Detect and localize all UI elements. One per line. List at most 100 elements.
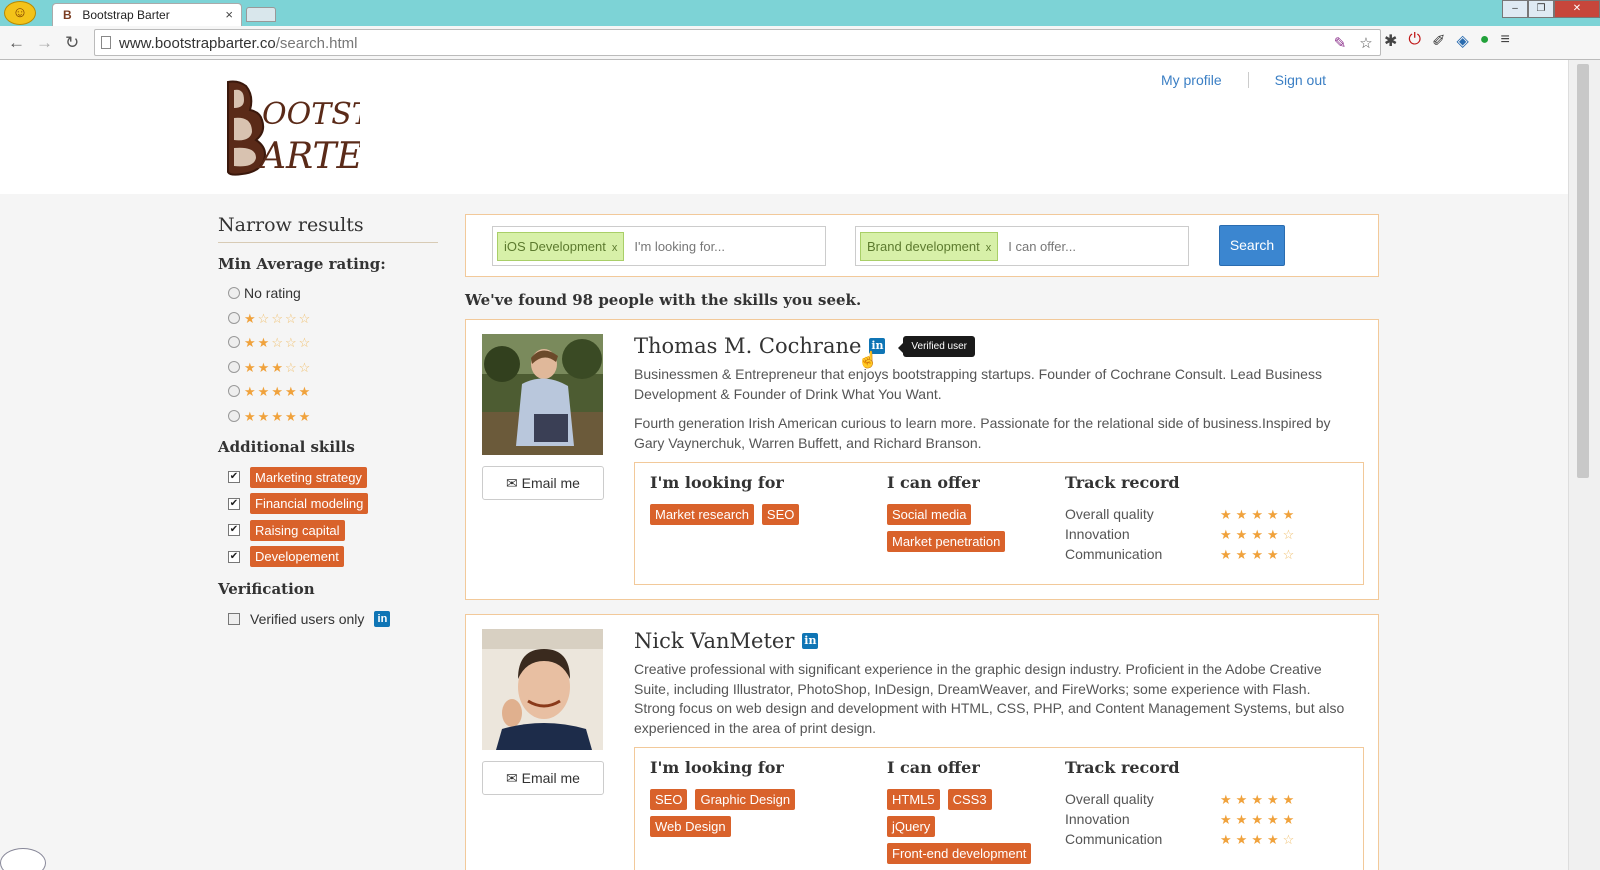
tag-remove-icon[interactable]: x [612,242,618,254]
tab-close-icon[interactable]: × [225,7,233,22]
skill-tag[interactable]: Web Design [650,816,731,837]
back-arrow-icon[interactable]: ← [8,33,25,53]
browser-title-bar: ☺ B Bootstrap Barter × – ❐ ✕ [0,0,1600,26]
window-close-icon[interactable]: ✕ [1554,0,1600,18]
can-offer-tag[interactable]: Brand development x [860,231,999,261]
star-icon[interactable]: ☆ [1358,34,1374,52]
bootstrap-barter-logo[interactable]: OOTSTRAP ARTER [220,76,437,178]
restore-icon[interactable]: ❐ [1528,0,1554,18]
rating-option[interactable]: ★ ★ ★ ★ ★ [218,379,438,404]
radio-button[interactable] [228,360,240,373]
verified-only-checkbox[interactable] [228,613,240,626]
skill-tag[interactable]: Front-end development [887,843,1032,864]
gear-icon[interactable]: ✱ [1384,31,1397,51]
skill-tag[interactable]: Graphic Design [695,789,796,810]
email-me-button[interactable]: ✉ Email me [482,761,604,795]
radio-button[interactable] [228,336,240,349]
skill-checkbox[interactable]: ✔ [228,497,240,510]
skill-tag: Financial modeling [250,493,369,515]
star-filled-icon: ★ [1235,792,1248,807]
bootstrap-barter-favicon-icon: B [63,8,72,22]
rating-option[interactable]: ★ ★ ★ ☆ ☆ [218,355,438,380]
skill-filter-option[interactable]: ✔ Developement [218,544,438,571]
results-count-text: We've found 98 people with the skills yo… [465,291,862,309]
track-record-row: Overall quality ★ ★ ★ ★ ★ [1065,504,1355,524]
linkedin-icon[interactable]: in [802,633,819,649]
person-card: ✉ Email me Thomas M. Cochrane in Verifie… [465,319,1379,600]
skill-filter-option[interactable]: ✔ Financial modeling [218,491,438,518]
extension-badge-icon[interactable]: ◈ [1456,31,1468,51]
skill-filter-option[interactable]: ✔ Marketing strategy [218,464,438,491]
can-offer-placeholder: I can offer... [1008,238,1076,254]
looking-for-heading: I'm looking for [650,758,784,777]
star-filled-icon: ★ [257,335,270,351]
person-name[interactable]: Nick VanMeter [634,629,794,653]
skill-tag[interactable]: HTML5 [887,789,940,810]
can-offer-input[interactable]: Brand development x I can offer... [855,226,1189,266]
skill-tag[interactable]: SEO [650,789,688,810]
can-offer-column: I can offer HTML5 CSS3 jQuery Front-end dev… [887,758,1037,864]
profile-photo[interactable] [482,629,603,750]
star-filled-icon: ★ [257,359,270,375]
email-me-button[interactable]: ✉ Email me [482,466,604,500]
skill-tag[interactable]: jQuery [887,816,936,837]
star-filled-icon: ★ [1251,527,1263,542]
star-empty-icon: ☆ [257,310,270,326]
radio-button[interactable] [228,385,240,398]
browser-tab[interactable]: B Bootstrap Barter × [52,3,242,26]
url-path: /search.html [275,35,358,52]
profile-photo[interactable] [482,334,603,455]
minimize-icon[interactable]: – [1502,0,1528,18]
eyedropper-icon[interactable]: ✐ [1432,31,1445,51]
green-balloon-icon[interactable]: ● [1480,31,1490,51]
search-button[interactable]: Search [1219,225,1285,266]
radio-button[interactable] [228,311,240,324]
star-empty-icon: ☆ [284,310,297,326]
skill-checkbox[interactable]: ✔ [228,550,240,563]
tag-remove-icon[interactable]: x [986,242,992,254]
floating-help-button[interactable] [0,848,46,870]
radio-button[interactable] [228,287,240,300]
profile-avatar-icon[interactable]: ☺ [4,1,36,25]
looking-for-input[interactable]: iOS Development x I'm looking for... [492,226,826,266]
person-name[interactable]: Thomas M. Cochrane [634,334,861,358]
page-scrollbar[interactable] [1568,60,1600,870]
skill-checkbox[interactable]: ✔ [228,524,240,537]
new-tab-button[interactable] [246,7,276,22]
reload-icon[interactable]: ↻ [65,33,79,53]
skill-filter-option[interactable]: ✔ Raising capital [218,517,438,544]
svg-text:ARTER: ARTER [257,136,360,177]
skill-tag: Marketing strategy [250,466,367,488]
verification-heading: Verification [218,580,315,598]
sign-out-link[interactable]: Sign out [1275,72,1326,88]
person-name-row: Thomas M. Cochrane in Verified user [634,334,976,358]
rating-option[interactable]: ★ ★ ☆ ☆ ☆ [218,330,438,355]
url-input[interactable]: www.bootstrapbarter.co/search.html ✎ ☆ [94,29,1381,56]
star-empty-icon: ☆ [1282,547,1295,562]
skill-tag[interactable]: Market research [650,504,754,525]
my-profile-link[interactable]: My profile [1161,72,1222,88]
star-filled-icon: ★ [1235,527,1248,542]
rating-option-none[interactable]: No rating [218,281,438,306]
star-rating: ★ ★ ☆ ☆ ☆ [244,334,312,350]
forward-arrow-icon[interactable]: → [36,33,53,53]
rating-option[interactable]: ★ ★ ★ ★ ★ [218,404,438,429]
verified-only-option[interactable]: Verified users only in [218,606,438,633]
rating-option[interactable]: ★ ☆ ☆ ☆ ☆ [218,306,438,331]
pen-extension-icon[interactable]: ✎ [1332,34,1348,52]
skill-tag[interactable]: SEO [761,504,800,525]
skill-tag[interactable]: Social media [887,504,972,525]
scrollbar-thumb[interactable] [1577,64,1589,478]
star-filled-icon: ★ [298,384,311,400]
adblock-icon[interactable]: ⏻ [1408,31,1421,51]
skill-checkbox[interactable]: ✔ [228,471,240,484]
star-empty-icon: ☆ [284,335,297,351]
radio-button[interactable] [228,409,240,422]
star-rating: ★ ★ ★ ★ ★ [1220,791,1298,807]
skill-tag[interactable]: CSS3 [947,789,992,810]
hamburger-menu-icon[interactable]: ≡ [1500,31,1509,51]
skill-tag[interactable]: Market penetration [887,531,1006,552]
star-filled-icon: ★ [1220,547,1232,562]
can-offer-column: I can offer Social media Market penetrati… [887,473,1037,552]
looking-for-tag[interactable]: iOS Development x [497,231,625,261]
